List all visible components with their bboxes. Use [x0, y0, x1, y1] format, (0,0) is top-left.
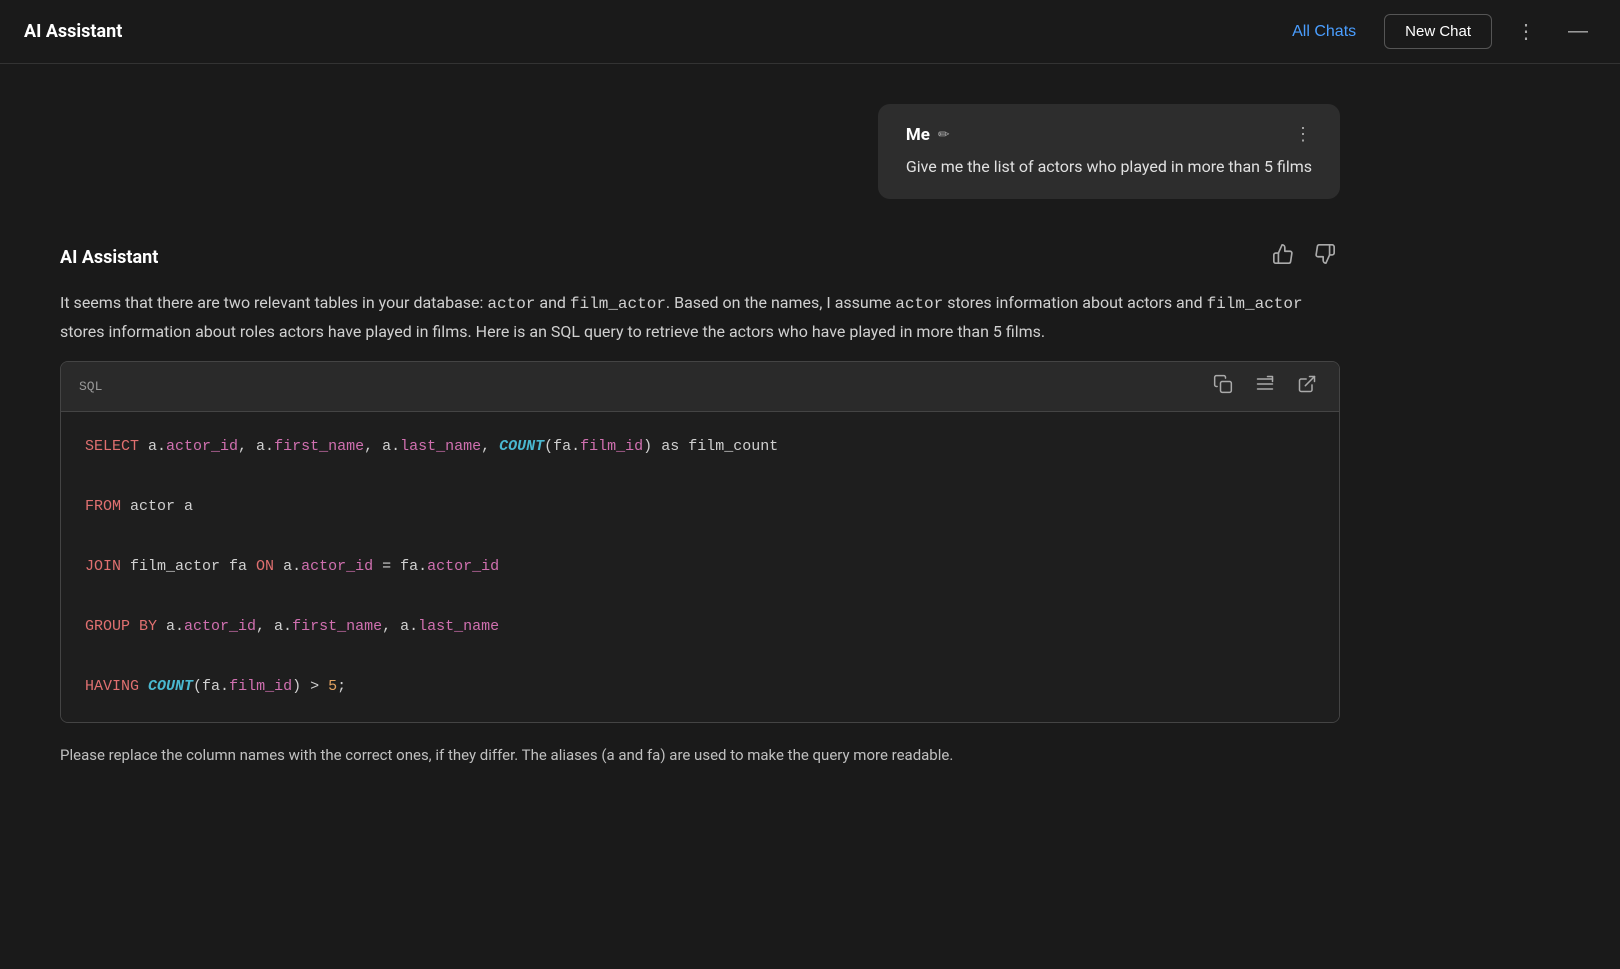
bubble-menu-icon[interactable]: ⋮ — [1294, 124, 1312, 145]
all-chats-button[interactable]: All Chats — [1280, 17, 1368, 47]
app-header: AI Assistant All Chats New Chat ⋮ — — [0, 0, 1620, 64]
copy-code-button[interactable] — [1209, 372, 1237, 401]
thumbs-up-button[interactable] — [1268, 239, 1298, 275]
open-external-button[interactable] — [1293, 372, 1321, 401]
code-line-8 — [85, 642, 1315, 672]
code-line-6 — [85, 582, 1315, 612]
ai-response: AI Assistant It seems that there are — [60, 239, 1340, 767]
chat-area: Me ✏ ⋮ Give me the list of actors who pl… — [0, 64, 1400, 837]
code-line-9: HAVING COUNT(fa.film_id) > 5; — [85, 672, 1315, 702]
app-title: AI Assistant — [24, 21, 122, 42]
user-name: Me — [906, 125, 930, 145]
code-line-4 — [85, 522, 1315, 552]
ai-response-header: AI Assistant — [60, 239, 1340, 275]
inline-code-actor: actor — [487, 295, 535, 313]
ai-footer-text: Please replace the column names with the… — [60, 743, 1340, 767]
user-label-row: Me ✏ — [906, 125, 950, 145]
header-menu-icon[interactable]: ⋮ — [1508, 15, 1544, 48]
inline-code-film-actor: film_actor — [570, 295, 666, 313]
ai-feedback-icons — [1268, 239, 1340, 275]
code-line-7: GROUP BY a.actor_id, a.first_name, a.las… — [85, 612, 1315, 642]
ai-response-text: It seems that there are two relevant tab… — [60, 289, 1340, 345]
code-line-1: SELECT a.actor_id, a.first_name, a.last_… — [85, 432, 1315, 462]
code-language-label: SQL — [79, 379, 102, 394]
ai-name: AI Assistant — [60, 247, 158, 268]
code-actions — [1209, 372, 1321, 401]
collapse-code-button[interactable] — [1251, 372, 1279, 401]
edit-icon[interactable]: ✏ — [938, 127, 950, 143]
user-bubble: Me ✏ ⋮ Give me the list of actors who pl… — [878, 104, 1340, 199]
header-actions: All Chats New Chat ⋮ — — [1280, 14, 1596, 49]
user-bubble-header: Me ✏ ⋮ — [906, 124, 1312, 145]
header-minimize-icon[interactable]: — — [1560, 16, 1596, 47]
code-block-header: SQL — [61, 362, 1339, 412]
thumbs-down-button[interactable] — [1310, 239, 1340, 275]
code-line-3: FROM actor a — [85, 492, 1315, 522]
code-block: SQL — [60, 361, 1340, 723]
code-block-body: SELECT a.actor_id, a.first_name, a.last_… — [61, 412, 1339, 722]
code-line-5: JOIN film_actor fa ON a.actor_id = fa.ac… — [85, 552, 1315, 582]
user-message-wrapper: Me ✏ ⋮ Give me the list of actors who pl… — [60, 104, 1340, 199]
user-message-text: Give me the list of actors who played in… — [906, 155, 1312, 179]
new-chat-button[interactable]: New Chat — [1384, 14, 1492, 49]
code-line-2 — [85, 462, 1315, 492]
inline-code-actor2: actor — [895, 295, 943, 313]
inline-code-film-actor2: film_actor — [1207, 295, 1303, 313]
